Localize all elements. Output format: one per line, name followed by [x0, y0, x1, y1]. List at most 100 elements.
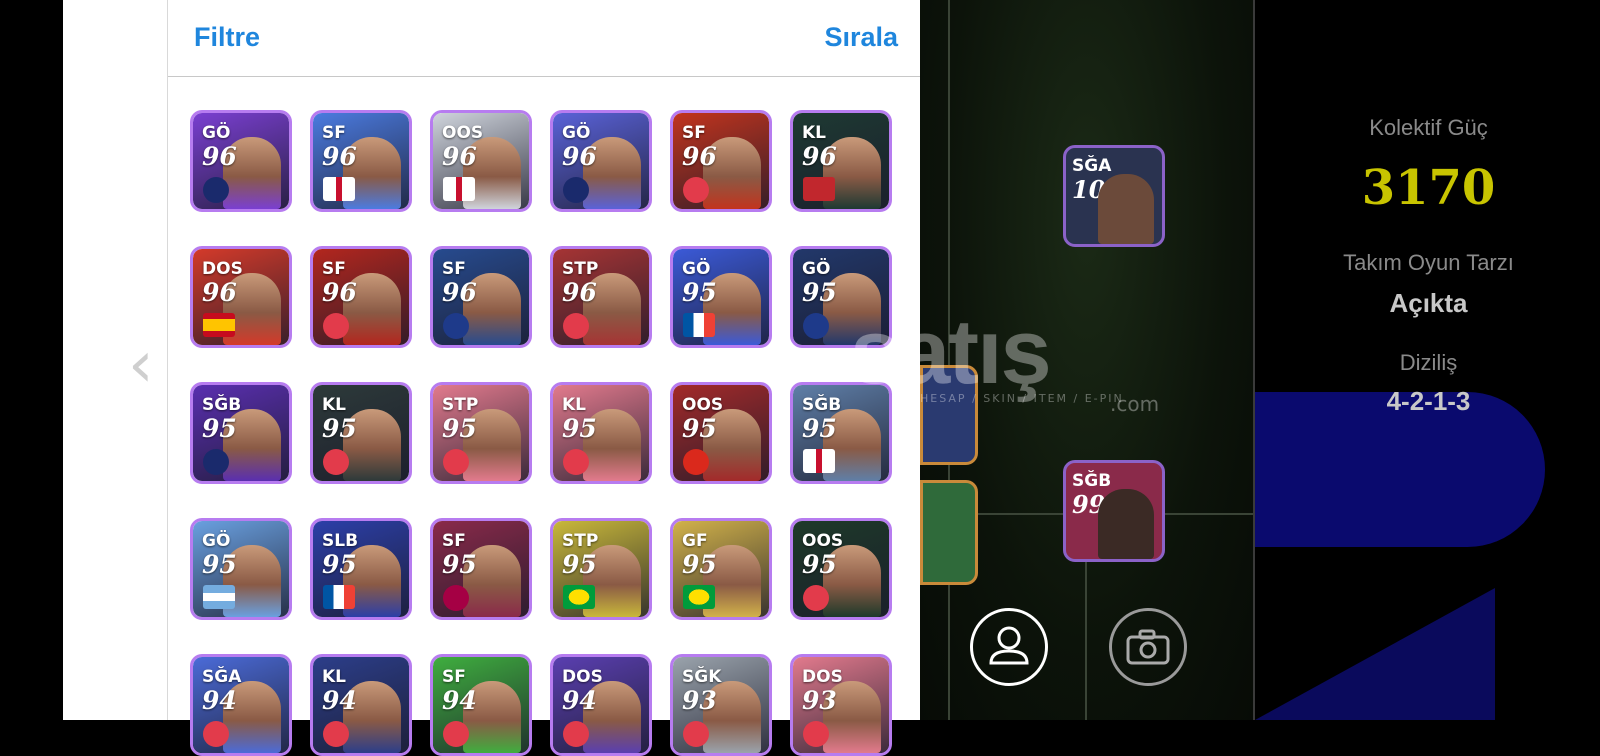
- player-card[interactable]: STP 95: [550, 518, 652, 620]
- card-position: SF: [322, 123, 346, 143]
- player-card[interactable]: KL 96: [790, 110, 892, 212]
- camera-button[interactable]: [1109, 608, 1187, 686]
- player-card[interactable]: SF 96: [670, 110, 772, 212]
- player-card[interactable]: DOS 94: [550, 654, 652, 756]
- team-badge-icon: [443, 177, 475, 201]
- card-position: GÖ: [562, 123, 591, 143]
- card-rating: 93: [682, 686, 717, 715]
- card-position: SLB: [322, 531, 359, 551]
- person-icon: [989, 626, 1029, 665]
- card-rating: 96: [442, 142, 477, 171]
- style-value: Açıkta: [1389, 288, 1468, 318]
- card-rating: 95: [562, 414, 597, 443]
- card-position: DOS: [802, 667, 843, 687]
- team-badge-icon: [803, 177, 835, 201]
- player-card[interactable]: SF 95: [430, 518, 532, 620]
- card-rating: 94: [322, 686, 357, 715]
- player-card[interactable]: KL 95: [310, 382, 412, 484]
- player-card[interactable]: SĞB 95: [190, 382, 292, 484]
- card-position: DOS: [202, 259, 243, 279]
- player-position: SĞA: [1072, 156, 1112, 176]
- player-card[interactable]: OOS 95: [670, 382, 772, 484]
- style-label: Takım Oyun Tarzı: [1343, 250, 1514, 275]
- pitch-line: [1085, 560, 1087, 720]
- card-rating: 95: [802, 414, 837, 443]
- player-card[interactable]: GÖ 96: [550, 110, 652, 212]
- card-rating: 96: [202, 278, 237, 307]
- player-card[interactable]: KL 94: [310, 654, 412, 756]
- team-badge-icon: [563, 177, 589, 203]
- card-rating: 95: [442, 550, 477, 579]
- team-badge-icon: [203, 585, 235, 609]
- team-badge-icon: [443, 313, 469, 339]
- pitch-player-card[interactable]: SĞB 99: [1063, 460, 1165, 562]
- team-badge-icon: [683, 721, 709, 747]
- watermark-subtext: HESAP / SKIN / ITEM / E-PIN: [920, 392, 1124, 405]
- pitch-player-partial[interactable]: [920, 480, 978, 585]
- decorative-shape: [1255, 588, 1495, 720]
- card-position: SF: [442, 667, 466, 687]
- team-badge-icon: [443, 449, 469, 475]
- player-card[interactable]: OOS 95: [790, 518, 892, 620]
- team-info-panel: Kolektif Güç 3170 Takım Oyun Tarzı Açıkt…: [1253, 0, 1600, 720]
- player-card[interactable]: SLB 95: [310, 518, 412, 620]
- team-badge-icon: [803, 313, 829, 339]
- team-badge-icon: [203, 177, 229, 203]
- player-card[interactable]: GÖ 96: [190, 110, 292, 212]
- team-badge-icon: [203, 721, 229, 747]
- player-card[interactable]: KL 95: [550, 382, 652, 484]
- team-badge-icon: [323, 721, 349, 747]
- team-badge-icon: [203, 313, 235, 337]
- player-card[interactable]: GÖ 95: [670, 246, 772, 348]
- player-card[interactable]: OOS 96: [430, 110, 532, 212]
- player-card[interactable]: SF 96: [430, 246, 532, 348]
- profile-button[interactable]: [970, 608, 1048, 686]
- card-rating: 95: [682, 550, 717, 579]
- player-card[interactable]: SF 96: [310, 246, 412, 348]
- player-card[interactable]: SĞK 93: [670, 654, 772, 756]
- camera-icon: [1126, 629, 1170, 665]
- player-card[interactable]: GÖ 95: [190, 518, 292, 620]
- card-position: GÖ: [802, 259, 831, 279]
- card-position: KL: [322, 667, 347, 687]
- player-card[interactable]: DOS 93: [790, 654, 892, 756]
- player-card[interactable]: STP 95: [430, 382, 532, 484]
- card-position: OOS: [802, 531, 844, 551]
- power-label: Kolektif Güç: [1369, 115, 1488, 140]
- team-badge-icon: [563, 721, 589, 747]
- card-rating: 94: [202, 686, 237, 715]
- card-position: KL: [322, 395, 347, 415]
- team-badge-icon: [563, 313, 589, 339]
- team-badge-icon: [683, 449, 709, 475]
- card-position: GÖ: [202, 531, 231, 551]
- card-position: GÖ: [682, 259, 711, 279]
- chevron-left-icon[interactable]: ‹: [128, 330, 158, 400]
- card-position: GÖ: [202, 123, 231, 143]
- card-position: SF: [322, 259, 346, 279]
- team-badge-icon: [443, 585, 469, 611]
- card-position: SĞB: [202, 395, 242, 415]
- player-card[interactable]: SF 96: [310, 110, 412, 212]
- pitch-player-card[interactable]: SĞA 101: [1063, 145, 1165, 247]
- player-card[interactable]: SĞA 94: [190, 654, 292, 756]
- panel-header: Filtre Sırala: [168, 0, 921, 77]
- card-position: OOS: [682, 395, 724, 415]
- team-badge-icon: [803, 585, 829, 611]
- power-value: 3170: [1361, 160, 1496, 216]
- filter-button[interactable]: Filtre: [194, 22, 260, 53]
- player-card[interactable]: SF 94: [430, 654, 532, 756]
- watermark: satış HESAP / SKIN / ITEM / E-PIN .com: [850, 300, 1170, 420]
- card-rating: 94: [562, 686, 597, 715]
- player-card[interactable]: GF 95: [670, 518, 772, 620]
- card-rating: 95: [682, 278, 717, 307]
- card-rating: 96: [322, 278, 357, 307]
- player-card[interactable]: DOS 96: [190, 246, 292, 348]
- player-card[interactable]: STP 96: [550, 246, 652, 348]
- card-rating: 95: [802, 278, 837, 307]
- team-badge-icon: [323, 313, 349, 339]
- card-rating: 95: [682, 414, 717, 443]
- player-portrait: [1098, 174, 1154, 244]
- sort-button[interactable]: Sırala: [824, 22, 898, 53]
- card-rating: 94: [442, 686, 477, 715]
- card-rating: 95: [322, 414, 357, 443]
